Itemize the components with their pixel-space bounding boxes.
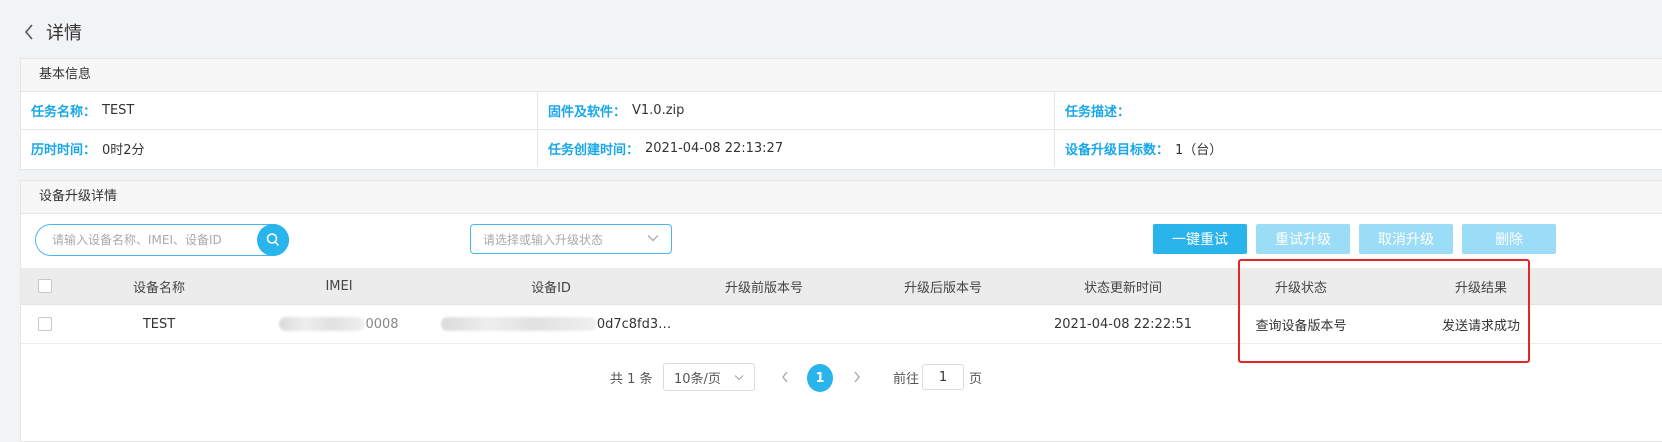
info-label: 历时时间： [31,143,97,158]
info-label: 任务描述： [1065,105,1131,120]
upgrade-detail-title: 设备升级详情 [21,181,1662,214]
page-unit-label: 页 [969,371,983,387]
toolbar: 请选择或输入升级状态 一键重试 重试升级 取消升级 删除 [21,214,1662,266]
row-checkbox[interactable] [38,317,52,331]
page-number-button[interactable]: 1 [807,364,833,392]
info-task-name: 任务名称： TEST [21,92,538,130]
cell-imei-visible: 0008 [365,316,399,332]
info-value: 2021-04-08 22:13:27 [645,141,784,156]
chevron-down-icon [734,370,744,385]
search-box [35,224,289,256]
chevron-down-icon [647,234,659,245]
row-select-cell [33,305,57,343]
goto-page-input[interactable] [922,364,964,390]
next-page-button[interactable] [849,363,865,391]
goto-wrapper [922,363,964,391]
cell-update-time: 2021-04-08 22:22:51 [1053,316,1193,332]
chevron-right-icon [854,371,860,383]
search-input[interactable] [50,232,254,248]
column-header-update-time[interactable]: 状态更新时间 [1043,268,1203,304]
cell-device-id: 0d7c8fd3… [436,305,676,343]
info-task-description: 任务描述： [1055,92,1662,130]
basic-info-title: 基本信息 [21,59,1662,92]
cancel-upgrade-button[interactable]: 取消升级 [1359,224,1453,254]
redacted-mask [440,317,597,331]
upgrade-status-select[interactable]: 请选择或输入升级状态 [470,224,672,254]
info-value: V1.0.zip [632,103,685,118]
cell-device-id-visible: 0d7c8fd3… [596,316,672,332]
pagination-total: 共 1 条 [610,371,653,387]
prev-page-button[interactable] [777,363,793,391]
cell-version-before [684,305,844,343]
column-header-device-id[interactable]: 设备ID [451,268,651,304]
info-value: TEST [102,103,135,118]
column-header-device-name[interactable]: 设备名称 [81,268,237,304]
info-firmware: 固件及软件： V1.0.zip [538,92,1055,130]
table-row[interactable]: TEST 0008 0d7c8fd3… 2021-04-08 22:22:51 … [21,305,1662,344]
info-label: 任务名称： [31,105,97,120]
search-button[interactable] [257,224,289,256]
status-select-placeholder: 请选择或输入升级状态 [483,232,604,247]
info-value: 1（台） [1175,143,1223,158]
column-header-imei[interactable]: IMEI [259,268,419,304]
info-target-count: 设备升级目标数： 1（台） [1055,130,1662,167]
cell-imei: 0008 [279,305,399,343]
upgrade-detail-panel: 设备升级详情 请选择或输入升级状态 一键重试 重试升级 取消升级 删除 设备名称… [20,180,1662,442]
page-size-select[interactable]: 10条/页 [663,363,755,391]
column-header-upgrade-result[interactable]: 升级结果 [1401,268,1561,304]
cell-upgrade-result: 发送请求成功 [1441,318,1520,334]
info-value: 0时2分 [102,143,145,158]
basic-info-panel: 基本信息 任务名称： TEST 固件及软件： V1.0.zip 任务描述： 历时… [20,58,1662,170]
column-header-version-before[interactable]: 升级前版本号 [684,268,844,304]
select-all-checkbox[interactable] [38,279,52,293]
info-created-time: 任务创建时间： 2021-04-08 22:13:27 [538,130,1055,167]
cell-version-after [863,305,1023,343]
select-all-cell [33,268,57,304]
cell-device-name: TEST [142,316,176,332]
redacted-mask [279,317,366,331]
chevron-left-icon[interactable] [20,23,38,41]
retry-upgrade-button[interactable]: 重试升级 [1256,224,1350,254]
page-size-value: 10条/页 [674,371,721,387]
info-duration: 历时时间： 0时2分 [21,130,538,167]
info-label: 固件及软件： [548,105,627,120]
info-label: 任务创建时间： [548,143,640,158]
column-header-version-after[interactable]: 升级后版本号 [863,268,1023,304]
delete-button[interactable]: 删除 [1462,224,1556,254]
page-header: 详情 [20,18,82,46]
column-header-upgrade-status[interactable]: 升级状态 [1221,268,1381,304]
table-header: 设备名称 IMEI 设备ID 升级前版本号 升级后版本号 状态更新时间 升级状态… [21,268,1662,305]
chevron-left-icon [782,371,788,383]
retry-all-button[interactable]: 一键重试 [1153,224,1247,254]
cell-upgrade-status: 查询设备版本号 [1255,318,1347,334]
pagination: 共 1 条 10条/页 1 前往 页 [21,363,1662,393]
page-title: 详情 [46,23,82,44]
info-label: 设备升级目标数： [1065,143,1170,158]
search-icon [266,233,280,247]
goto-label: 前往 [893,371,920,387]
